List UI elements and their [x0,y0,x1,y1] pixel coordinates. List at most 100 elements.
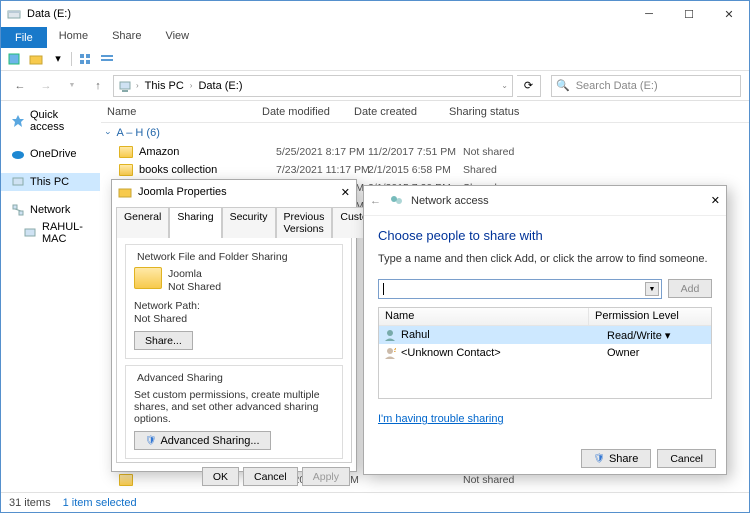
folder-icon [119,164,133,176]
svg-text:?: ? [392,347,396,355]
refresh-button[interactable]: ⟳ [517,75,541,97]
pc-icon [11,175,25,189]
group-header[interactable]: › A – H (6) [101,123,749,143]
window-controls: ─ ☐ ✕ [629,1,749,27]
ribbon-tab-home[interactable]: Home [47,27,100,48]
properties-titlebar[interactable]: Joomla Properties ✕ [112,180,356,204]
nav-recent-button[interactable]: ▼ [61,75,83,97]
nav-back-button[interactable]: ← [9,75,31,97]
pc-icon [118,79,132,93]
qat-newfolder-icon[interactable] [27,50,45,68]
shield-icon: 🛡 [145,435,156,446]
close-button[interactable]: ✕ [709,1,749,27]
computer-icon [23,226,37,240]
choose-people-heading: Choose people to share with [378,228,712,243]
advanced-sharing-button[interactable]: 🛡 Advanced Sharing... [134,431,271,450]
nav-rahul-mac[interactable]: RAHUL-MAC [1,219,100,247]
qat-properties-icon[interactable] [5,50,23,68]
nav-onedrive[interactable]: OneDrive [1,145,100,163]
shield-icon: 🛡 [594,453,605,464]
permission-level[interactable]: Read/Write ▾ [607,329,670,342]
chevron-down-icon[interactable]: ▼ [645,282,659,296]
folder-icon [118,185,132,199]
nav-label: OneDrive [30,148,76,160]
group-legend: Network File and Folder Sharing [134,251,291,263]
qat-view-icon[interactable] [76,50,94,68]
button-label: Advanced Sharing... [160,435,259,447]
network-access-dialog: ← Network access ✕ Choose people to shar… [363,185,727,475]
ribbon-tab-view[interactable]: View [153,27,201,48]
chevron-right-icon[interactable]: › [136,81,139,90]
network-access-footer: 🛡 Share Cancel [581,449,716,468]
advanced-sharing-group: Advanced Sharing Set custom permissions,… [125,365,343,459]
drive-icon [7,7,21,21]
share-status: Not Shared [168,281,221,293]
ribbon-file-tab[interactable]: File [1,27,47,48]
tab-sharing[interactable]: Sharing [169,207,221,238]
maximize-button[interactable]: ☐ [669,1,709,27]
star-icon [11,114,25,128]
people-list: Name Permission Level RahulRead/Write ▾?… [378,307,712,399]
network-icon [11,203,25,217]
tab-general[interactable]: General [116,207,169,238]
cancel-button[interactable]: Cancel [657,449,716,468]
qat-dropdown-icon[interactable]: ▾ [49,50,67,68]
chevron-right-icon[interactable]: › [190,81,193,90]
column-permission[interactable]: Permission Level [589,308,711,325]
address-box[interactable]: › This PC › Data (E:) ⌄ [113,75,513,97]
text-cursor [383,283,384,295]
nav-up-button[interactable]: ↑ [87,75,109,97]
folder-name: Joomla [168,268,221,280]
back-icon[interactable]: ← [370,195,381,207]
network-access-header: ← Network access ✕ [364,186,726,216]
tab-previous-versions[interactable]: Previous Versions [276,207,333,238]
search-input[interactable]: 🔍 Search Data (E:) [551,75,741,97]
share-button[interactable]: Share... [134,331,193,350]
add-button[interactable]: Add [668,279,712,298]
user-icon [383,328,397,342]
person-name: <Unknown Contact> [401,347,607,359]
folder-icon [134,267,162,289]
minimize-button[interactable]: ─ [629,1,669,27]
unknown-user-icon: ? [383,346,397,360]
tab-security[interactable]: Security [222,207,276,238]
column-created[interactable]: Date created [354,106,449,118]
group-legend: Advanced Sharing [134,372,226,384]
properties-tabs: General Sharing Security Previous Versio… [112,206,356,237]
permission-level: Owner [607,347,639,359]
person-name: Rahul [401,329,607,341]
breadcrumb-drive[interactable]: Data (E:) [196,80,244,92]
properties-dialog: Joomla Properties ✕ General Sharing Secu… [111,179,357,472]
ribbon: File Home Share View [1,27,749,49]
nav-forward-button[interactable]: → [35,75,57,97]
column-modified[interactable]: Date modified [262,106,354,118]
list-item[interactable]: ? <Unknown Contact>Owner [379,344,711,362]
list-item[interactable]: RahulRead/Write ▾ [379,326,711,344]
share-button[interactable]: 🛡 Share [581,449,652,468]
nav-label: RAHUL-MAC [42,221,94,245]
column-name[interactable]: Name [107,106,262,118]
trouble-sharing-link[interactable]: I'm having trouble sharing [378,413,504,425]
chevron-down-icon[interactable]: ⌄ [501,81,508,90]
network-access-title: Network access [411,195,703,207]
network-file-sharing-group: Network File and Folder Sharing Joomla N… [125,244,343,359]
close-icon[interactable]: ✕ [341,186,350,199]
table-row[interactable]: Amazon5/25/2021 8:17 PM11/2/2017 7:51 PM… [101,143,749,161]
column-sharing[interactable]: Sharing status [449,106,749,118]
cancel-button[interactable]: Cancel [243,467,298,486]
breadcrumb-thispc[interactable]: This PC [143,80,186,92]
properties-footer: OK Cancel Apply [112,463,356,490]
nav-quick-access[interactable]: Quick access [1,107,100,135]
close-icon[interactable]: ✕ [711,194,720,207]
nav-network[interactable]: Network [1,201,100,219]
ribbon-tab-share[interactable]: Share [100,27,153,48]
date-modified: 5/25/2021 8:17 PM [276,146,368,158]
table-row[interactable]: books collection7/23/2021 11:17 PM2/1/20… [101,161,749,179]
nav-this-pc[interactable]: This PC [1,173,100,191]
apply-button[interactable]: Apply [302,467,350,486]
advanced-sharing-text: Set custom permissions, create multiple … [134,389,334,425]
qat-view2-icon[interactable] [98,50,116,68]
column-name[interactable]: Name [379,308,589,325]
ok-button[interactable]: OK [202,467,239,486]
people-combobox[interactable]: ▼ [378,279,662,299]
